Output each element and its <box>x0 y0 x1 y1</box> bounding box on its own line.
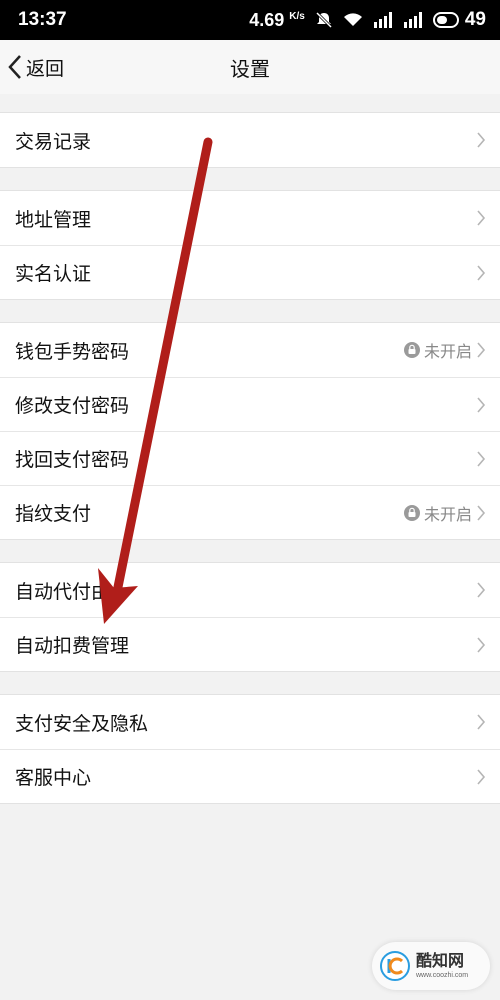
row-label: 自动代付由 <box>15 580 111 603</box>
row-label: 支付安全及隐私 <box>15 712 149 735</box>
network-speed: 4.69 K/s <box>249 9 305 30</box>
row-label: 交易记录 <box>15 130 92 153</box>
battery-icon <box>432 12 459 28</box>
signal-icon <box>373 12 392 28</box>
chevron-right-icon <box>477 396 486 413</box>
settings-group-auto-pay: 自动代付由 自动扣费管理 <box>0 562 500 672</box>
back-label: 返回 <box>26 57 65 80</box>
back-button[interactable]: 返回 <box>6 40 64 94</box>
settings-group-transactions: 交易记录 <box>0 112 500 168</box>
row-label: 客服中心 <box>15 767 92 789</box>
row-label: 实名认证 <box>15 263 92 285</box>
chevron-right-icon <box>477 342 486 358</box>
row-wallet-gesture-password[interactable]: 钱包手势密码 未开启 <box>0 323 500 377</box>
row-address-management[interactable]: 地址管理 <box>0 191 500 245</box>
lock-icon <box>403 342 420 358</box>
row-fingerprint-payment[interactable]: 指纹支付 未开启 <box>0 485 500 539</box>
chevron-right-icon <box>477 582 486 598</box>
battery-indicator: 49 <box>432 9 486 31</box>
watermark-url: www.coozhi.com <box>416 972 469 979</box>
battery-level: 49 <box>464 9 486 30</box>
watermark-logo: 酷知网 www.coozhi.com <box>372 942 490 990</box>
settings-group-support: 支付安全及隐私 客服中心 <box>0 694 500 804</box>
row-label: 钱包手势密码 <box>15 340 130 363</box>
signal-icon-2 <box>403 12 422 28</box>
row-label: 指纹支付 <box>15 503 92 525</box>
row-auto-pay-on-behalf[interactable]: 自动代付由 <box>0 563 500 617</box>
row-recover-payment-password[interactable]: 找回支付密码 <box>0 431 500 485</box>
row-label: 自动扣费管理 <box>15 635 130 657</box>
chevron-right-icon <box>477 132 486 148</box>
row-change-payment-password[interactable]: 修改支付密码 <box>0 377 500 431</box>
row-auto-deduction-management[interactable]: 自动扣费管理 <box>0 617 500 671</box>
chevron-right-icon <box>477 714 486 730</box>
status-text: 未开启 <box>423 504 472 524</box>
chevron-right-icon <box>477 210 486 226</box>
status-bar: 13:37 4.69 K/s 49 <box>0 0 500 40</box>
row-real-name-verification[interactable]: 实名认证 <box>0 245 500 299</box>
row-transaction-history[interactable]: 交易记录 <box>0 113 500 167</box>
row-payment-security-privacy[interactable]: 支付安全及隐私 <box>0 695 500 749</box>
lock-icon <box>403 504 420 521</box>
row-customer-service[interactable]: 客服中心 <box>0 749 500 803</box>
status-icons: 4.69 K/s 49 <box>249 9 486 31</box>
chevron-right-icon <box>477 636 486 653</box>
row-label: 地址管理 <box>15 208 92 231</box>
chevron-right-icon <box>477 504 486 521</box>
navigation-bar: 返回 设置 <box>0 40 500 94</box>
settings-group-account: 地址管理 实名认证 <box>0 190 500 300</box>
row-label: 找回支付密码 <box>15 449 130 471</box>
coozhi-logo-icon <box>380 951 410 981</box>
chevron-left-icon <box>8 55 21 79</box>
status-time: 13:37 <box>18 9 67 30</box>
chevron-right-icon <box>477 450 486 467</box>
settings-group-security: 钱包手势密码 未开启 修改支付密码 找回支付密码 指纹支付 未开启 <box>0 322 500 540</box>
mute-icon <box>315 11 332 29</box>
watermark-name: 酷知网 <box>416 951 465 970</box>
page-title: 设置 <box>230 56 270 81</box>
chevron-right-icon <box>477 768 486 785</box>
status-text: 未开启 <box>423 342 472 361</box>
chevron-right-icon <box>477 264 486 281</box>
wifi-icon <box>343 13 362 26</box>
row-label: 修改支付密码 <box>15 395 130 417</box>
